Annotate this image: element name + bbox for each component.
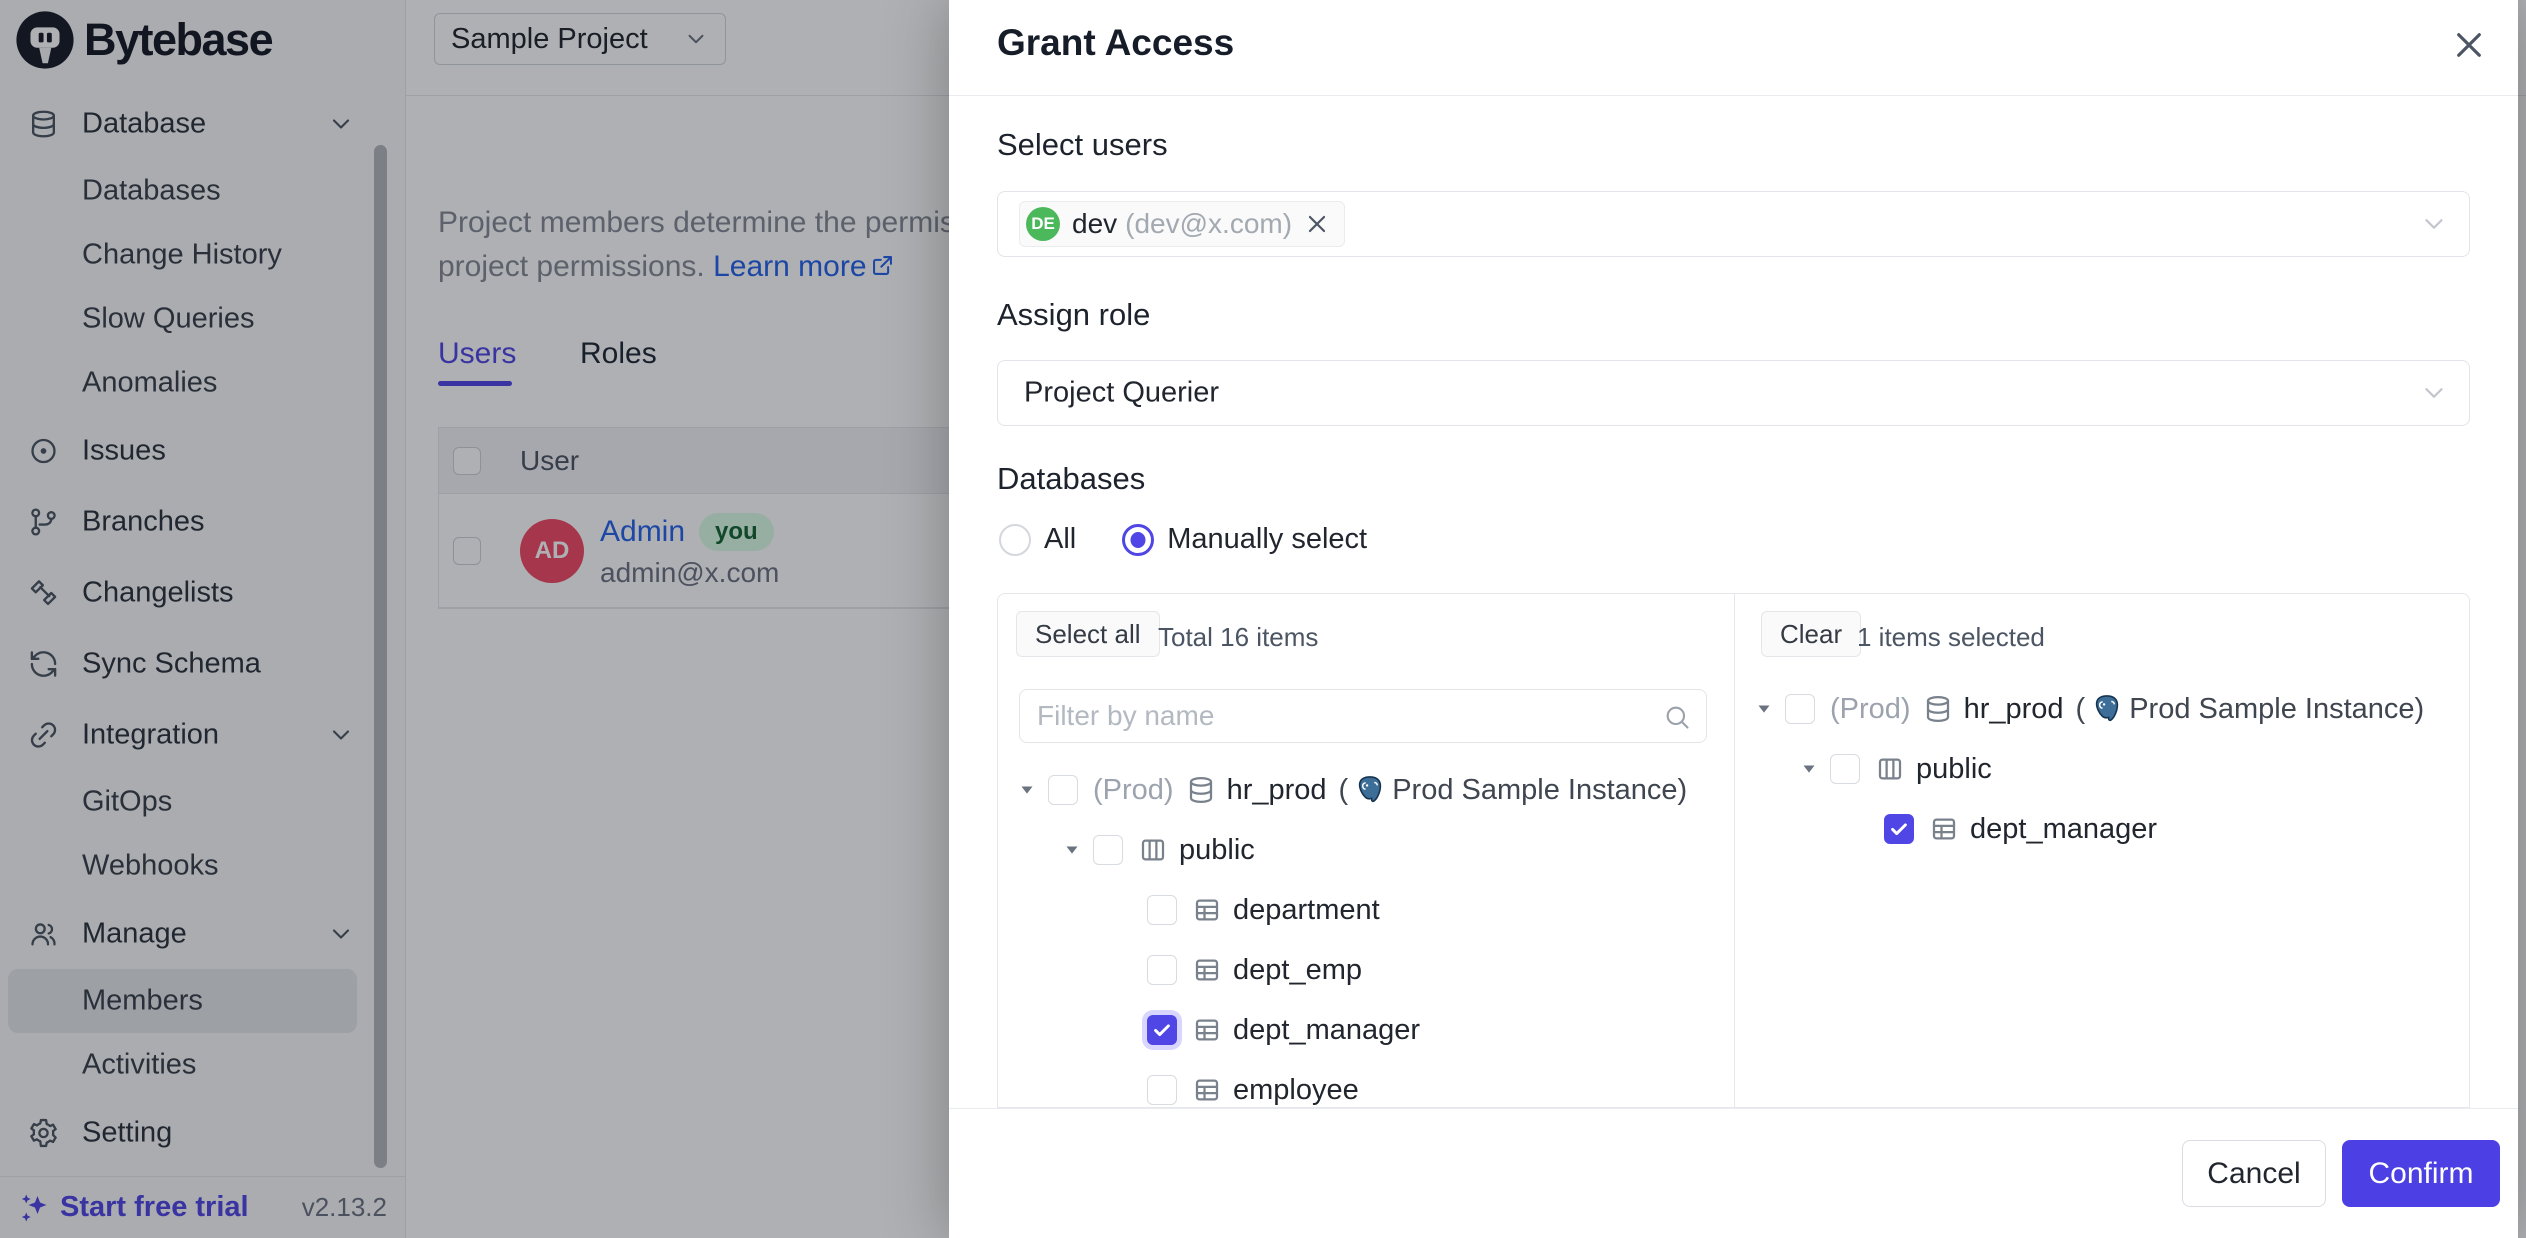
checkbox-unchecked[interactable] bbox=[1830, 754, 1860, 784]
modal-header: Grant Access bbox=[949, 0, 2518, 96]
tree-row-label: dept_manager bbox=[1233, 1014, 1420, 1047]
select-users-label: Select users bbox=[997, 125, 1168, 165]
tree-row-label: public bbox=[1916, 753, 1992, 786]
search-icon bbox=[1663, 703, 1691, 731]
databases-label: Databases bbox=[997, 459, 1145, 499]
database-scope-radios: All Manually select bbox=[999, 523, 1413, 556]
screen: Bytebase DatabaseDatabasesChange History… bbox=[0, 0, 2526, 1238]
tree-row-dept_emp[interactable]: dept_emp bbox=[998, 940, 1734, 1000]
tree-row-label: dept_manager bbox=[1970, 813, 2157, 846]
avatar: DE bbox=[1026, 207, 1060, 241]
clear-button[interactable]: Clear bbox=[1761, 611, 1861, 657]
chevron-down-icon bbox=[2419, 378, 2449, 408]
environment-label: (Prod) bbox=[1093, 774, 1174, 807]
tree-row-label: dept_emp bbox=[1233, 954, 1362, 987]
tree-row-public[interactable]: public bbox=[1735, 739, 2469, 799]
caret-down-icon[interactable] bbox=[1016, 779, 1038, 801]
tree-row-public[interactable]: public bbox=[998, 820, 1734, 880]
checkbox-unchecked[interactable] bbox=[1147, 1075, 1177, 1105]
radio-manually-select[interactable] bbox=[1122, 524, 1154, 556]
chip-remove-icon[interactable] bbox=[1304, 211, 1330, 237]
tree-row-dept_manager[interactable]: dept_manager bbox=[998, 1000, 1734, 1060]
target-tree: (Prod) hr_prod ( Prod Sample Instance) publi… bbox=[1735, 679, 2469, 859]
assign-role-label: Assign role bbox=[997, 295, 1150, 335]
assign-role-value: Project Querier bbox=[1024, 377, 1219, 410]
cancel-button[interactable]: Cancel bbox=[2182, 1140, 2326, 1207]
checkbox-unchecked[interactable] bbox=[1147, 955, 1177, 985]
database-icon bbox=[1186, 775, 1216, 805]
instance-paren: ( bbox=[1339, 774, 1349, 807]
modal-footer: Cancel Confirm bbox=[949, 1108, 2518, 1238]
modal-title: Grant Access bbox=[997, 22, 1234, 64]
postgres-icon bbox=[1354, 774, 1386, 806]
radio-manually-select-label[interactable]: Manually select bbox=[1167, 523, 1367, 556]
tree-row-label: hr_prod bbox=[1964, 693, 2064, 726]
tree-row-employee[interactable]: employee bbox=[998, 1060, 1734, 1108]
checkbox-unchecked[interactable] bbox=[1147, 895, 1177, 925]
chip-user-name: dev bbox=[1072, 208, 1117, 240]
table-icon bbox=[1192, 1015, 1222, 1045]
radio-all[interactable] bbox=[999, 524, 1031, 556]
filter-box bbox=[1019, 689, 1707, 743]
source-tree: (Prod) hr_prod ( Prod Sample Instance) publi… bbox=[998, 760, 1734, 1108]
select-users-input[interactable]: DE dev (dev@x.com) bbox=[997, 191, 2470, 257]
table-icon bbox=[1929, 814, 1959, 844]
grant-access-modal: Grant Access Select users DE dev (dev@x.… bbox=[949, 0, 2518, 1238]
confirm-button[interactable]: Confirm bbox=[2342, 1140, 2500, 1207]
caret-down-icon[interactable] bbox=[1753, 698, 1775, 720]
chevron-down-icon bbox=[2419, 209, 2449, 239]
close-icon[interactable] bbox=[2450, 26, 2488, 64]
environment-label: (Prod) bbox=[1830, 693, 1911, 726]
checkbox-checked[interactable] bbox=[1884, 814, 1914, 844]
table-icon bbox=[1192, 1075, 1222, 1105]
transfer-target-pane: Clear 1 items selected (Prod)hr_prod(Pro… bbox=[1735, 594, 2469, 1107]
tree-row-dept_manager[interactable]: dept_manager bbox=[1735, 799, 2469, 859]
tree-row-department[interactable]: department bbox=[998, 880, 1734, 940]
database-icon bbox=[1923, 694, 1953, 724]
instance-label: Prod Sample Instance) bbox=[1392, 774, 1687, 807]
checkbox-unchecked[interactable] bbox=[1093, 835, 1123, 865]
postgres-icon bbox=[2091, 693, 2123, 725]
chip-user-email: (dev@x.com) bbox=[1125, 208, 1292, 240]
modal-body: Select users DE dev (dev@x.com) Assign r… bbox=[949, 97, 2518, 1108]
schema-icon bbox=[1875, 754, 1905, 784]
radio-all-label[interactable]: All bbox=[1044, 523, 1076, 556]
table-icon bbox=[1192, 895, 1222, 925]
tree-row-label: public bbox=[1179, 834, 1255, 867]
instance-label: Prod Sample Instance) bbox=[2129, 693, 2424, 726]
tree-row-hr_prod[interactable]: (Prod) hr_prod ( Prod Sample Instance) bbox=[998, 760, 1734, 820]
source-summary: Total 16 items bbox=[1158, 622, 1318, 653]
table-icon bbox=[1192, 955, 1222, 985]
caret-down-icon[interactable] bbox=[1061, 839, 1083, 861]
transfer-source-pane: Select all Total 16 items (Prod)hr_prod(… bbox=[998, 594, 1735, 1107]
caret-down-icon[interactable] bbox=[1798, 758, 1820, 780]
schema-icon bbox=[1138, 835, 1168, 865]
selected-user-chip[interactable]: DE dev (dev@x.com) bbox=[1019, 201, 1345, 247]
tree-row-hr_prod[interactable]: (Prod) hr_prod ( Prod Sample Instance) bbox=[1735, 679, 2469, 739]
assign-role-select[interactable]: Project Querier bbox=[997, 360, 2470, 426]
checkbox-checked[interactable] bbox=[1147, 1015, 1177, 1045]
instance-paren: ( bbox=[2076, 693, 2086, 726]
tree-row-label: employee bbox=[1233, 1074, 1359, 1107]
database-transfer-list: Select all Total 16 items (Prod)hr_prod(… bbox=[997, 593, 2470, 1108]
select-all-button[interactable]: Select all bbox=[1016, 611, 1160, 657]
target-summary: 1 items selected bbox=[1857, 622, 2045, 653]
tree-row-label: department bbox=[1233, 894, 1380, 927]
checkbox-unchecked[interactable] bbox=[1785, 694, 1815, 724]
checkbox-unchecked[interactable] bbox=[1048, 775, 1078, 805]
filter-input[interactable] bbox=[1020, 690, 1706, 742]
tree-row-label: hr_prod bbox=[1227, 774, 1327, 807]
